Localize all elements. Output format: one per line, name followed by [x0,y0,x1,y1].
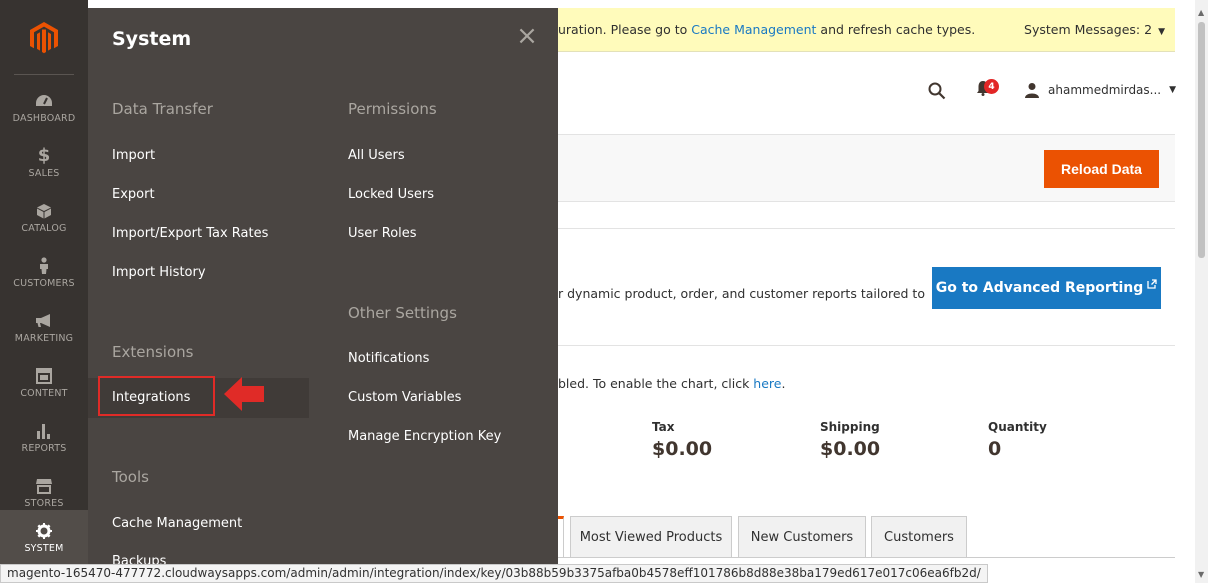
message-suffix: and refresh cache types. [816,22,976,37]
tabs-divider [558,557,1175,558]
nav-item-label: REPORTS [21,443,67,454]
logo-divider [14,74,74,75]
close-icon[interactable]: × [514,23,540,50]
annotation-arrow-icon [224,377,264,411]
dollar-icon: $ [37,145,51,166]
reload-data-button[interactable]: Reload Data [1044,150,1159,188]
menu-item-cache-management[interactable]: Cache Management [112,516,242,531]
system-menu-flyout: System × Data Transfer Import Export Imp… [88,8,558,564]
nav-item-dashboard[interactable]: DASHBOARD [0,80,88,134]
cube-icon [36,200,52,222]
system-message-bar: uration. Please go to Cache Management a… [558,8,1175,52]
tab-most-viewed-products[interactable]: Most Viewed Products [570,516,732,558]
nav-item-system[interactable]: SYSTEM [0,510,88,564]
person-icon [38,255,50,277]
total-value: 0 [988,438,1002,460]
section-title-permissions: Permissions [348,100,437,118]
flyout-title: System [112,28,192,50]
section-title-other-settings: Other Settings [348,304,457,322]
section-title-extensions: Extensions [112,343,194,361]
search-icon[interactable] [928,82,946,104]
nav-item-label: CONTENT [20,388,68,399]
nav-item-customers[interactable]: CUSTOMERS [0,245,88,299]
system-messages-toggle[interactable]: System Messages: 2 ▼ [1024,22,1165,37]
menu-item-import[interactable]: Import [112,148,155,163]
menu-item-export[interactable]: Export [112,187,155,202]
chart-note-end: . [781,376,786,391]
menu-item-manage-encryption-key[interactable]: Manage Encryption Key [348,429,501,444]
caret-down-icon: ▼ [1169,85,1177,95]
storefront-icon [35,475,53,497]
nav-item-sales[interactable]: $ SALES [0,135,88,189]
section-title-data-transfer: Data Transfer [112,100,213,118]
enable-chart-link[interactable]: here [753,376,781,391]
go-to-advanced-reporting-button[interactable]: Go to Advanced Reporting [932,267,1161,309]
total-value: $0.00 [820,438,881,460]
total-tax: Tax $0.00 [652,420,712,460]
advanced-reporting-section: r dynamic product, order, and customer r… [558,228,1175,346]
cache-management-link[interactable]: Cache Management [691,22,816,37]
admin-sidebar: DASHBOARD $ SALES CATALOG CUSTOMERS MARK… [0,0,88,583]
menu-item-custom-variables[interactable]: Custom Variables [348,390,461,405]
tab-customers[interactable]: Customers [871,516,967,558]
menu-item-all-users[interactable]: All Users [348,148,405,163]
scroll-down-arrow-icon[interactable]: ▼ [1198,570,1204,579]
magento-logo-icon[interactable] [0,8,88,68]
nav-item-catalog[interactable]: CATALOG [0,190,88,244]
nav-item-reports[interactable]: REPORTS [0,410,88,464]
external-link-icon [1147,278,1157,292]
megaphone-icon [35,310,53,332]
total-value: $0.00 [652,438,713,460]
nav-item-label: MARKETING [14,333,74,344]
nav-item-label: CUSTOMERS [13,278,75,289]
nav-item-label: STORES [24,498,64,509]
system-messages-label: System Messages: 2 [1024,22,1153,37]
menu-item-user-roles[interactable]: User Roles [348,226,417,241]
total-label: Tax [652,420,675,434]
menu-item-locked-users[interactable]: Locked Users [348,187,434,202]
active-tab-edge[interactable] [558,516,564,558]
nav-item-label: SALES [28,168,60,179]
bar-chart-icon [36,420,52,442]
username: ahammedmirdas... [1048,83,1162,97]
advanced-reporting-text: r dynamic product, order, and customer r… [558,286,925,301]
total-shipping: Shipping $0.00 [820,420,880,460]
tab-new-customers[interactable]: New Customers [738,516,866,558]
scroll-up-arrow-icon[interactable]: ▲ [1198,8,1204,17]
speedometer-icon [35,90,53,112]
menu-item-notifications[interactable]: Notifications [348,351,429,366]
layout-icon [36,365,52,387]
menu-item-import-export-tax-rates[interactable]: Import/Export Tax Rates [112,226,268,241]
menu-item-import-history[interactable]: Import History [112,265,206,280]
section-title-tools: Tools [112,468,149,486]
scrollbar-thumb[interactable] [1198,22,1205,258]
gear-icon [36,520,52,542]
message-prefix: uration. Please go to [558,22,692,37]
system-message-text: uration. Please go to Cache Management a… [558,22,975,37]
chart-disabled-note: bled. To enable the chart, click here. [558,376,785,391]
nav-item-label: DASHBOARD [12,113,76,124]
advanced-reporting-button-label: Go to Advanced Reporting [935,280,1144,296]
nav-item-label: SYSTEM [24,543,64,554]
chart-note-text: bled. To enable the chart, click [558,376,754,391]
nav-item-marketing[interactable]: MARKETING [0,300,88,354]
total-quantity: Quantity 0 [988,420,1047,460]
page-scrollbar[interactable]: ▲ ▼ [1195,0,1208,583]
dashboard-tabs: Most Viewed Products New Customers Custo… [558,516,1175,558]
nav-item-label: CATALOG [21,223,67,234]
status-bar-url: magento-165470-477772.cloudwaysapps.com/… [0,564,988,583]
user-icon [1025,83,1039,98]
menu-item-backups[interactable]: Backups [112,554,166,564]
annotation-highlight-box [98,376,215,416]
notification-count-badge: 4 [984,79,999,94]
nav-item-content[interactable]: CONTENT [0,355,88,409]
page-actions-bar: Reload Data [558,134,1175,202]
header-toolbar: 4 ahammedmirdas... ▼ [558,52,1176,134]
user-account-menu[interactable]: ahammedmirdas... ▼ [1024,82,1176,98]
caret-down-icon: ▼ [1158,27,1165,37]
total-label: Shipping [820,420,880,434]
total-label: Quantity [988,420,1047,434]
